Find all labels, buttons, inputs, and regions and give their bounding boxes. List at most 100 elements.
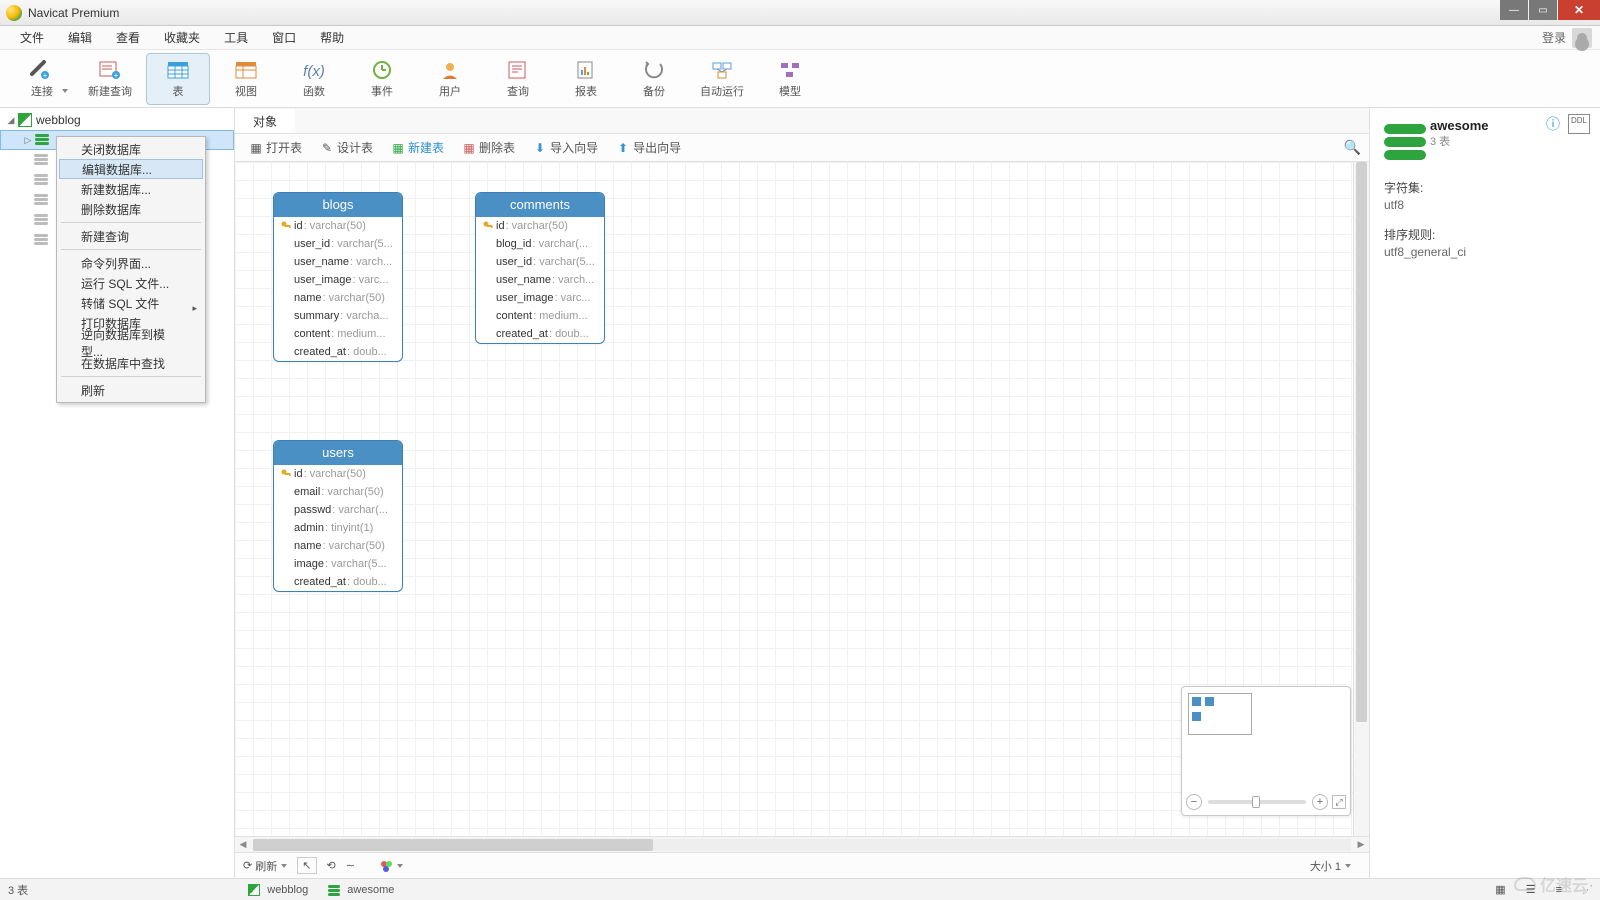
table-column[interactable]: user_name: varch...: [274, 253, 402, 271]
view-grid-icon[interactable]: ▦: [1495, 883, 1505, 896]
table-column[interactable]: created_at: doub...: [476, 325, 604, 343]
ctx-new-db[interactable]: 新建数据库...: [59, 179, 203, 199]
ctx-dump-sql[interactable]: 转储 SQL 文件: [59, 293, 203, 313]
menu-help[interactable]: 帮助: [308, 26, 356, 49]
table-column[interactable]: user_image: varc...: [476, 289, 604, 307]
refresh-button[interactable]: ⟳ 刷新: [243, 858, 287, 874]
tab-objects[interactable]: 对象: [235, 109, 295, 133]
tool-table[interactable]: 表: [146, 53, 210, 105]
tool-func[interactable]: f(x)函数: [282, 53, 346, 105]
action-open-table[interactable]: ▦打开表: [243, 137, 308, 159]
ctx-delete-db[interactable]: 删除数据库: [59, 199, 203, 219]
table-column[interactable]: blog_id: varchar(...: [476, 235, 604, 253]
charset-label: 字符集:: [1384, 179, 1586, 196]
close-button[interactable]: ✕: [1558, 0, 1600, 20]
window-title: Navicat Premium: [28, 6, 119, 20]
cursor-tool[interactable]: ↖: [297, 857, 316, 874]
menu-favorites[interactable]: 收藏夹: [152, 26, 212, 49]
table-column[interactable]: passwd: varchar(...: [274, 501, 402, 519]
action-design-table[interactable]: ✎设计表: [314, 137, 379, 159]
table-users[interactable]: users id: varchar(50)email: varchar(50)p…: [273, 440, 403, 592]
table-comments[interactable]: comments id: varchar(50)blog_id: varchar…: [475, 192, 605, 344]
login-link[interactable]: 登录: [1542, 29, 1566, 46]
hand-tool[interactable]: ⟲: [327, 859, 336, 872]
table-column[interactable]: email: varchar(50): [274, 483, 402, 501]
minimap[interactable]: − + ⤢: [1181, 686, 1351, 816]
new-icon: ▦: [391, 141, 405, 155]
tool-newquery[interactable]: +新建查询: [78, 53, 142, 105]
avatar-icon[interactable]: [1572, 28, 1592, 48]
connection-icon: [248, 884, 260, 896]
zoom-fit-button[interactable]: ⤢: [1332, 795, 1346, 809]
table-column[interactable]: id: varchar(50): [274, 465, 402, 483]
menubar: 文件 编辑 查看 收藏夹 工具 窗口 帮助 登录: [0, 26, 1600, 50]
tool-backup[interactable]: 备份: [622, 53, 686, 105]
ctx-new-query[interactable]: 新建查询: [59, 226, 203, 246]
zoom-out-button[interactable]: −: [1186, 794, 1202, 810]
diagram-canvas[interactable]: blogs id: varchar(50)user_id: varchar(5.…: [235, 162, 1369, 836]
table-column[interactable]: content: medium...: [274, 325, 402, 343]
scroll-left-icon[interactable]: ◀: [235, 839, 251, 850]
status-connection: webblog: [248, 884, 308, 896]
search-icon[interactable]: 🔍: [1344, 139, 1361, 156]
action-delete-table[interactable]: ▦删除表: [456, 137, 521, 159]
export-icon: ⬆: [616, 141, 630, 155]
table-column[interactable]: created_at: doub...: [274, 343, 402, 361]
vertical-scrollbar[interactable]: [1353, 162, 1369, 836]
ctx-close-db[interactable]: 关闭数据库: [59, 139, 203, 159]
maximize-button[interactable]: ▭: [1529, 0, 1557, 20]
menu-view[interactable]: 查看: [104, 26, 152, 49]
ctx-edit-db[interactable]: 编辑数据库...: [59, 159, 203, 179]
table-blogs[interactable]: blogs id: varchar(50)user_id: varchar(5.…: [273, 192, 403, 362]
database-icon: [35, 134, 49, 146]
key-icon: [280, 468, 292, 480]
menu-file[interactable]: 文件: [8, 26, 56, 49]
zoom-in-button[interactable]: +: [1312, 794, 1328, 810]
tool-event[interactable]: 事件: [350, 53, 414, 105]
scroll-right-icon[interactable]: ▶: [1353, 839, 1369, 850]
ctx-cmdline[interactable]: 命令列界面...: [59, 253, 203, 273]
table-column[interactable]: user_id: varchar(5...: [274, 235, 402, 253]
menu-edit[interactable]: 编辑: [56, 26, 104, 49]
tool-model[interactable]: 模型: [758, 53, 822, 105]
table-column[interactable]: image: varchar(5...: [274, 555, 402, 573]
action-import[interactable]: ⬇导入向导: [527, 137, 604, 159]
minimize-button[interactable]: —: [1500, 0, 1528, 20]
tool-view[interactable]: 视图: [214, 53, 278, 105]
color-tool[interactable]: [379, 859, 403, 873]
ctx-run-sql[interactable]: 运行 SQL 文件...: [59, 273, 203, 293]
expand-icon[interactable]: ▷: [23, 135, 33, 146]
ddl-icon[interactable]: DDL: [1568, 114, 1590, 134]
info-icon[interactable]: ⓘ: [1546, 114, 1560, 134]
table-column[interactable]: created_at: doub...: [274, 573, 402, 591]
table-column[interactable]: id: varchar(50): [476, 217, 604, 235]
table-column[interactable]: content: medium...: [476, 307, 604, 325]
tool-autorun[interactable]: 自动运行: [690, 53, 754, 105]
menu-window[interactable]: 窗口: [260, 26, 308, 49]
zoom-slider[interactable]: [1208, 800, 1306, 804]
action-new-table[interactable]: ▦新建表: [385, 137, 450, 159]
table-column[interactable]: summary: varcha...: [274, 307, 402, 325]
collapse-icon[interactable]: ◢: [6, 115, 16, 126]
tool-query[interactable]: 查询: [486, 53, 550, 105]
table-column[interactable]: name: varchar(50): [274, 537, 402, 555]
tree-connection[interactable]: ◢ webblog: [0, 110, 234, 130]
ctx-refresh[interactable]: 刷新: [59, 380, 203, 400]
tool-report[interactable]: 报表: [554, 53, 618, 105]
size-indicator[interactable]: 大小 1: [1310, 858, 1351, 874]
ctx-find-in-db[interactable]: 在数据库中查找: [59, 353, 203, 373]
table-column[interactable]: user_id: varchar(5...: [476, 253, 604, 271]
table-column[interactable]: name: varchar(50): [274, 289, 402, 307]
table-column[interactable]: admin: tinyint(1): [274, 519, 402, 537]
table-column[interactable]: user_image: varc...: [274, 271, 402, 289]
tool-user[interactable]: 用户: [418, 53, 482, 105]
table-column[interactable]: id: varchar(50): [274, 217, 402, 235]
link-tool[interactable]: ∼: [346, 859, 355, 872]
menu-tools[interactable]: 工具: [212, 26, 260, 49]
tool-connect[interactable]: +连接: [10, 53, 74, 105]
ctx-reverse[interactable]: 逆向数据库到模型...: [59, 333, 203, 353]
minimap-viewport[interactable]: [1188, 693, 1252, 735]
action-export[interactable]: ⬆导出向导: [610, 137, 687, 159]
table-column[interactable]: user_name: varch...: [476, 271, 604, 289]
horizontal-scrollbar[interactable]: ◀ ▶: [235, 836, 1369, 852]
